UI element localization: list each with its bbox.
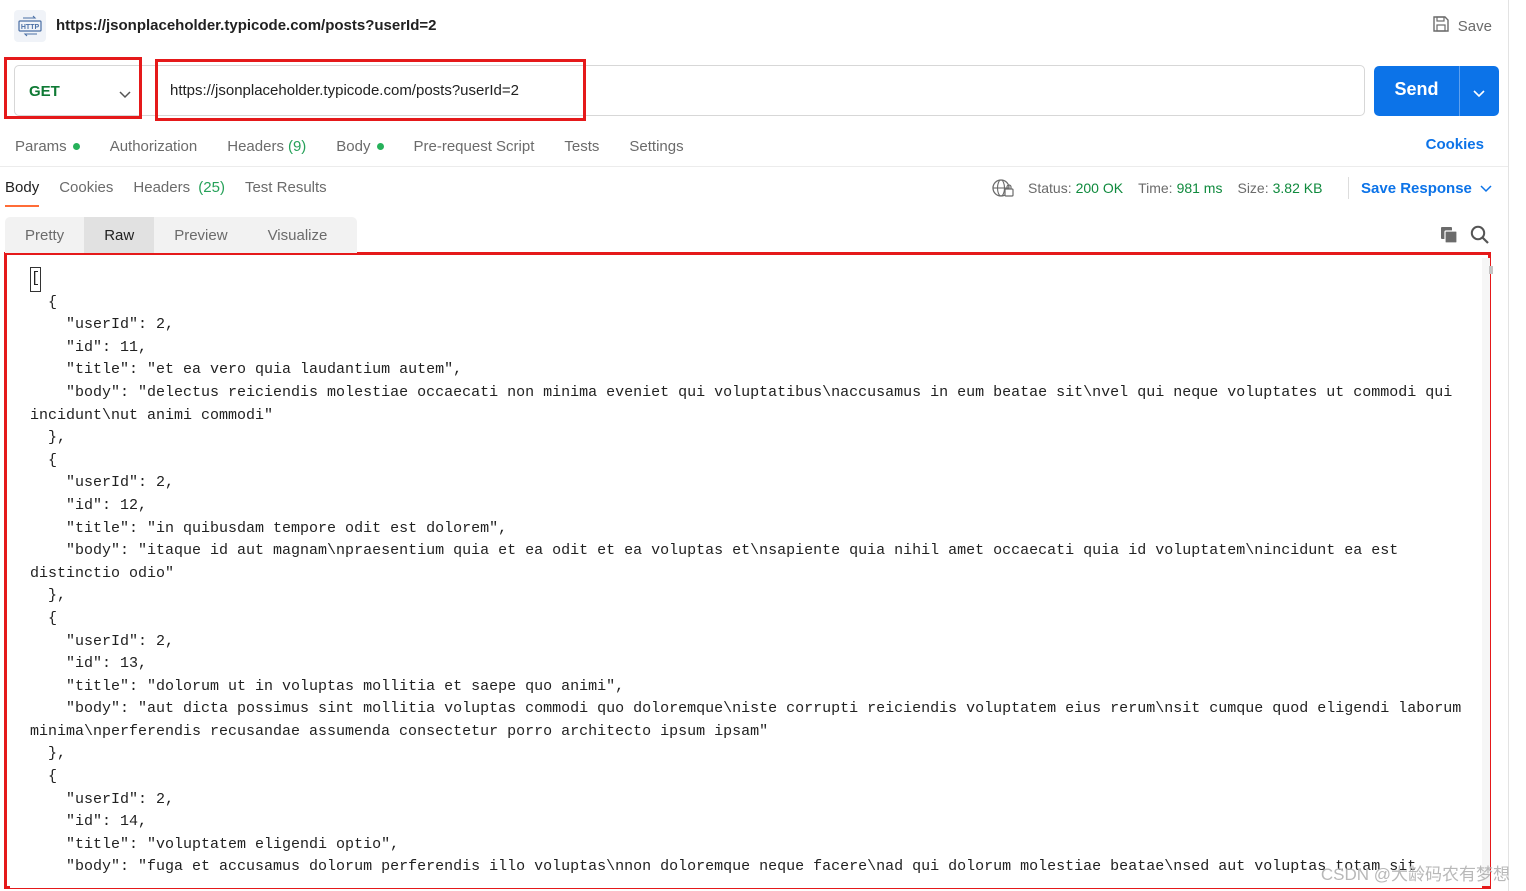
tab-raw[interactable]: Raw (84, 217, 155, 253)
params-indicator-dot (72, 142, 80, 150)
save-button[interactable]: Save (1432, 14, 1492, 38)
time-label: Time: (1138, 180, 1173, 196)
svg-text:HTTP: HTTP (21, 24, 40, 31)
status-value[interactable]: 200 OK (1076, 180, 1123, 196)
watermark: CSDN @大龄码农有梦想 (1320, 865, 1510, 884)
tab-pre-request-script[interactable]: Pre-request Script (414, 136, 535, 156)
size-label: Size: (1237, 180, 1269, 196)
tab-headers-label: Headers (227, 137, 284, 155)
status-label: Status: (1028, 180, 1072, 196)
tab-body[interactable]: Body (336, 136, 384, 156)
send-label: Send (1394, 79, 1439, 99)
request-title-row: HTTP https://jsonplaceholder.typicode.co… (14, 10, 1514, 42)
tab-authorization-label: Authorization (109, 137, 198, 155)
tab-settings-label: Settings (629, 137, 684, 155)
send-options-chevron-icon[interactable] (1473, 85, 1485, 103)
panel-border (1508, 0, 1509, 891)
tab-tests-label: Tests (564, 137, 600, 155)
response-body-editor[interactable]: [ { "userId": 2, "id": 11, "title": "et … (10, 258, 1482, 888)
cookies-link[interactable]: Cookies (1426, 136, 1484, 153)
time-indicator: Time: 981 ms (1138, 180, 1222, 196)
size-indicator: Size: 3.82 KB (1237, 180, 1322, 196)
save-label: Save (1457, 17, 1492, 35)
chevron-down-icon (119, 86, 131, 104)
copy-icon[interactable] (1440, 226, 1458, 249)
url-input[interactable]: https://jsonplaceholder.typicode.com/pos… (139, 65, 1365, 116)
tab-params-label: Params (15, 137, 67, 155)
view-mode-tabs: Pretty Raw Preview Visualize (5, 217, 357, 253)
tab-settings[interactable]: Settings (629, 136, 683, 156)
method-select[interactable]: GET (14, 65, 139, 116)
response-tabs: Body Cookies Headers (25) Test Results (5, 177, 347, 207)
save-response-label: Save Response (1361, 179, 1472, 197)
vertical-scrollbar[interactable] (1482, 258, 1490, 886)
tab-pretty[interactable]: Pretty (5, 217, 84, 253)
response-body-text: [ { "userId": 2, "id": 11, "title": "et … (30, 267, 1480, 879)
tab-headers-count: (9) (287, 137, 307, 155)
tab-response-headers[interactable]: Headers (25) (133, 177, 225, 207)
size-value[interactable]: 3.82 KB (1273, 180, 1323, 196)
save-icon (1432, 15, 1450, 37)
search-icon[interactable] (1470, 225, 1490, 250)
tab-authorization[interactable]: Authorization (110, 136, 198, 156)
tab-response-cookies[interactable]: Cookies (59, 177, 113, 207)
tab-visualize[interactable]: Visualize (248, 217, 348, 253)
method-label: GET (29, 83, 60, 100)
tab-body-label: Body (336, 137, 371, 155)
scrollbar-thumb[interactable] (1489, 266, 1493, 274)
tab-response-headers-count: (25) (198, 179, 225, 196)
http-request-icon: HTTP (14, 10, 46, 42)
body-indicator-dot (376, 142, 384, 150)
tab-pre-request-script-label: Pre-request Script (413, 137, 535, 155)
response-body-content: { "userId": 2, "id": 11, "title": "et ea… (30, 293, 1462, 876)
time-value[interactable]: 981 ms (1177, 180, 1223, 196)
tab-headers[interactable]: Headers (9) (227, 136, 306, 156)
tab-tests[interactable]: Tests (564, 136, 599, 156)
save-response-button[interactable]: Save Response (1348, 177, 1492, 199)
tab-preview[interactable]: Preview (154, 217, 247, 253)
request-title[interactable]: https://jsonplaceholder.typicode.com/pos… (56, 17, 437, 34)
globe-icon[interactable] (992, 178, 1014, 198)
divider (0, 166, 1508, 167)
request-tabs: Params Authorization Headers (9) Body Pr… (15, 136, 714, 156)
tab-response-body[interactable]: Body (5, 177, 40, 207)
tab-test-results[interactable]: Test Results (245, 177, 327, 207)
tab-params[interactable]: Params (15, 136, 80, 156)
tab-response-headers-label: Headers (133, 179, 191, 196)
send-button[interactable]: Send (1374, 66, 1499, 116)
response-status-bar: Status: 200 OK Time: 981 ms Size: 3.82 KB (992, 177, 1337, 199)
send-divider (1459, 66, 1460, 116)
status-indicator: Status: 200 OK (1028, 180, 1123, 196)
url-input-value: https://jsonplaceholder.typicode.com/pos… (170, 82, 519, 99)
text-cursor: [ (30, 267, 42, 292)
chevron-down-icon (1480, 180, 1492, 197)
